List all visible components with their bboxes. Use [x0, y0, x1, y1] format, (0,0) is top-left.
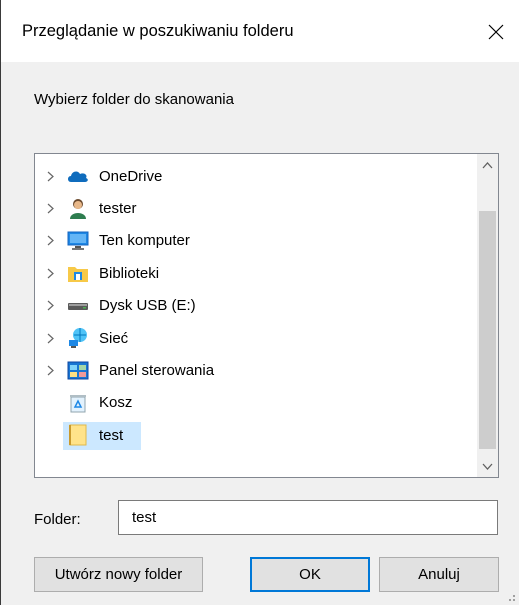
tree-item-this-pc[interactable]: Ten komputer [35, 225, 475, 257]
vertical-scrollbar[interactable] [477, 154, 498, 477]
folder-tree-list: OneDrive tester Ten komputer Biblioteki … [35, 160, 475, 452]
cancel-button[interactable]: Anuluj [379, 557, 499, 592]
scrollbar-thumb[interactable] [479, 211, 496, 449]
tree-item-label: Biblioteki [99, 264, 160, 282]
tree-item-label: Ten komputer [99, 232, 190, 250]
tree-item-test[interactable]: test [35, 419, 475, 451]
chevron-right-icon[interactable] [45, 267, 55, 279]
tree-item-label: tester [99, 200, 137, 218]
chevron-right-icon[interactable] [45, 332, 55, 344]
tree-item-control-panel[interactable]: Panel sterowania [35, 354, 475, 386]
tree-item-network[interactable]: Sieć [35, 322, 475, 354]
tree-item-usb-drive[interactable]: Dysk USB (E:) [35, 290, 475, 322]
tree-item-label: Kosz [99, 394, 133, 412]
resize-grip-icon[interactable] [504, 590, 516, 602]
folder-icon [67, 424, 89, 446]
title-bar[interactable]: Przeglądanie w poszukiwaniu folderu [1, 0, 519, 62]
chevron-right-icon[interactable] [45, 235, 55, 247]
scroll-up-button[interactable] [477, 154, 498, 176]
computer-icon [67, 230, 89, 252]
chevron-right-icon[interactable] [45, 170, 55, 182]
tree-item-label: Sieć [99, 329, 129, 347]
tree-item-label: Panel sterowania [99, 362, 215, 380]
close-button[interactable] [473, 12, 519, 52]
ok-button[interactable]: OK [250, 557, 370, 592]
chevron-up-icon [482, 161, 493, 168]
instruction-text: Wybierz folder do skanowania [34, 91, 234, 108]
control-panel-icon [67, 360, 89, 382]
close-icon [488, 24, 504, 40]
onedrive-cloud-icon [67, 165, 89, 187]
folder-field-label: Folder: [34, 511, 81, 528]
tree-item-onedrive[interactable]: OneDrive [35, 160, 475, 192]
network-icon [67, 327, 89, 349]
folder-browser-dialog: Przeglądanie w poszukiwaniu folderu Wybi… [0, 0, 519, 605]
tree-item-label: OneDrive [99, 167, 163, 185]
chevron-right-icon[interactable] [45, 300, 55, 312]
new-folder-button[interactable]: Utwórz nowy folder [34, 557, 203, 592]
tree-item-tester[interactable]: tester [35, 192, 475, 224]
chevron-right-icon[interactable] [45, 203, 55, 215]
folder-name-input[interactable] [118, 500, 498, 535]
tree-item-label: Dysk USB (E:) [99, 297, 196, 315]
user-icon [67, 198, 89, 220]
folder-tree[interactable]: OneDrive tester Ten komputer Biblioteki … [34, 153, 499, 478]
usb-drive-icon [67, 295, 89, 317]
libraries-icon [67, 262, 89, 284]
chevron-right-icon[interactable] [45, 365, 55, 377]
chevron-down-icon [482, 463, 493, 470]
tree-item-libraries[interactable]: Biblioteki [35, 257, 475, 289]
recycle-bin-icon [67, 392, 89, 414]
scroll-down-button[interactable] [477, 455, 498, 477]
tree-item-label: test [99, 426, 124, 444]
tree-item-recycle-bin[interactable]: Kosz [35, 387, 475, 419]
dialog-title: Przeglądanie w poszukiwaniu folderu [22, 22, 294, 40]
